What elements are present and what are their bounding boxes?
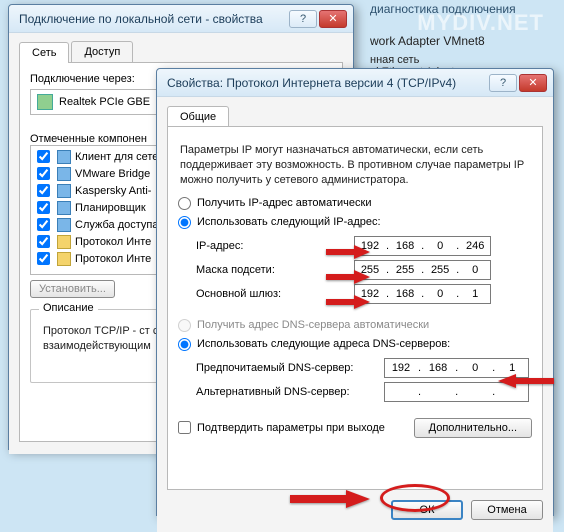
dns-alt-label: Альтернативный DNS-сервер: xyxy=(196,386,376,398)
protocol-icon xyxy=(57,235,71,249)
dnsa-oct-1[interactable] xyxy=(385,383,417,401)
ip-address-input[interactable]: . . . xyxy=(354,236,491,256)
bg-adapter-1: work Adapter VMnet8 xyxy=(370,34,485,48)
radio-dns-auto xyxy=(178,319,191,332)
dnsp-oct-4[interactable] xyxy=(496,359,528,377)
advanced-button[interactable]: Дополнительно... xyxy=(414,418,532,438)
close-icon[interactable]: ✕ xyxy=(519,74,547,92)
ipv4-properties-dialog: Свойства: Протокол Интернета версии 4 (T… xyxy=(156,68,554,516)
item-checkbox[interactable] xyxy=(37,252,50,265)
ip-oct-3[interactable] xyxy=(425,237,455,255)
radio-ip-manual[interactable] xyxy=(178,216,191,229)
item-checkbox[interactable] xyxy=(37,184,50,197)
ok-button[interactable]: ОК xyxy=(391,500,463,520)
dnsp-oct-1[interactable] xyxy=(385,359,417,377)
dnsa-oct-2[interactable] xyxy=(422,383,454,401)
radio-dns-manual[interactable] xyxy=(178,338,191,351)
radio-dns-auto-label: Получить адрес DNS-сервера автоматически xyxy=(197,319,429,331)
close-icon[interactable]: ✕ xyxy=(319,10,347,28)
help-button-icon[interactable]: ? xyxy=(489,74,517,92)
service-icon xyxy=(57,167,71,181)
tab-general[interactable]: Общие xyxy=(167,106,229,127)
protocol-icon xyxy=(57,252,71,266)
gw-oct-2[interactable] xyxy=(390,285,420,303)
dnsp-oct-2[interactable] xyxy=(422,359,454,377)
mask-oct-3[interactable] xyxy=(425,261,455,279)
client-icon xyxy=(57,150,71,164)
dns-pref-label: Предпочитаемый DNS-сервер: xyxy=(196,362,376,374)
item-checkbox[interactable] xyxy=(37,218,50,231)
gateway-input[interactable]: . . . xyxy=(354,284,491,304)
watermark: MYDIV.NET xyxy=(417,10,544,36)
ip-oct-4[interactable] xyxy=(460,237,490,255)
dnsa-oct-3[interactable] xyxy=(459,383,491,401)
lan-title: Подключение по локальной сети - свойства xyxy=(19,12,289,26)
dns-pref-input[interactable]: . . . xyxy=(384,358,529,378)
radio-ip-manual-label: Использовать следующий IP-адрес: xyxy=(197,216,381,228)
item-checkbox[interactable] xyxy=(37,235,50,248)
ipv4-titlebar[interactable]: Свойства: Протокол Интернета версии 4 (T… xyxy=(157,69,553,97)
lan-titlebar[interactable]: Подключение по локальной сети - свойства… xyxy=(9,5,353,33)
radio-dns-manual-label: Использовать следующие адреса DNS-сервер… xyxy=(197,338,450,350)
ipv4-title: Свойства: Протокол Интернета версии 4 (T… xyxy=(167,76,489,90)
cancel-button[interactable]: Отмена xyxy=(471,500,543,520)
dnsp-oct-3[interactable] xyxy=(459,359,491,377)
service-icon xyxy=(57,201,71,215)
ipv4-description: Параметры IP могут назначаться автоматич… xyxy=(178,137,532,194)
adapter-name: Realtek PCIe GBE xyxy=(59,96,150,108)
confirm-on-exit-label: Подтвердить параметры при выходе xyxy=(197,422,385,434)
mask-oct-1[interactable] xyxy=(355,261,385,279)
install-button[interactable]: Установить... xyxy=(30,280,115,298)
confirm-on-exit-checkbox[interactable] xyxy=(178,421,191,434)
mask-label: Маска подсети: xyxy=(196,264,346,276)
radio-ip-auto-label: Получить IP-адрес автоматически xyxy=(197,197,371,209)
dnsa-oct-4[interactable] xyxy=(496,383,528,401)
service-icon xyxy=(57,218,71,232)
radio-ip-auto[interactable] xyxy=(178,197,191,210)
dns-alt-input[interactable]: . . . xyxy=(384,382,529,402)
gw-oct-3[interactable] xyxy=(425,285,455,303)
mask-oct-4[interactable] xyxy=(460,261,490,279)
ip-address-label: IP-адрес: xyxy=(196,240,346,252)
help-button-icon[interactable]: ? xyxy=(289,10,317,28)
mask-oct-2[interactable] xyxy=(390,261,420,279)
ip-oct-1[interactable] xyxy=(355,237,385,255)
tab-network[interactable]: Сеть xyxy=(19,42,69,63)
item-checkbox[interactable] xyxy=(37,201,50,214)
adapter-icon xyxy=(37,94,53,110)
item-checkbox[interactable] xyxy=(37,167,50,180)
mask-input[interactable]: . . . xyxy=(354,260,491,280)
service-icon xyxy=(57,184,71,198)
gateway-label: Основной шлюз: xyxy=(196,288,346,300)
item-checkbox[interactable] xyxy=(37,150,50,163)
gw-oct-1[interactable] xyxy=(355,285,385,303)
tab-access[interactable]: Доступ xyxy=(71,41,133,62)
ip-oct-2[interactable] xyxy=(390,237,420,255)
gw-oct-4[interactable] xyxy=(460,285,490,303)
description-legend: Описание xyxy=(39,302,98,314)
